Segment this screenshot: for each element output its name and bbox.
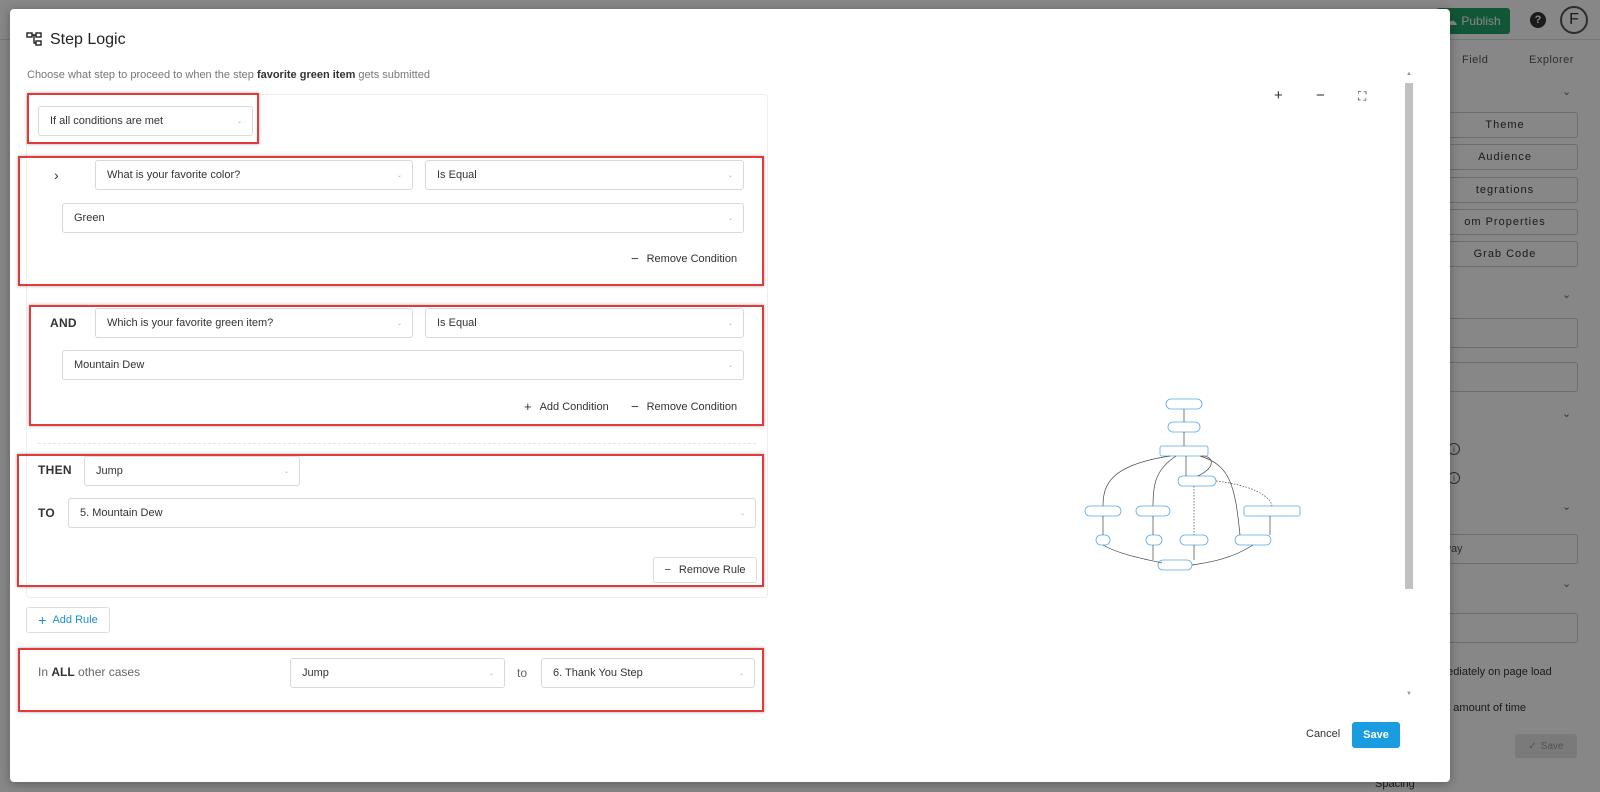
highlight-box [18,648,764,712]
highlight-box [27,93,259,144]
flow-node[interactable] [1234,534,1272,546]
flow-edge [1102,455,1171,507]
scroll-down-icon[interactable]: ▼ [1406,691,1412,697]
scrollbar-thumb[interactable] [1405,83,1413,589]
modal-scrollbar[interactable]: ▲ ▼ [1404,71,1414,701]
modal-title: Step Logic [50,31,126,48]
flow-diagram[interactable] [1080,395,1305,575]
flow-node[interactable] [1179,534,1209,546]
flow-node[interactable] [1145,534,1163,546]
flow-node[interactable] [1159,445,1209,457]
fullscreen-icon[interactable]: ⛶ [1358,89,1366,104]
cancel-button[interactable]: Cancel [1306,728,1340,740]
flow-node[interactable] [1167,421,1201,433]
flow-node[interactable] [1243,505,1301,517]
flow-node[interactable] [1095,534,1111,546]
flow-edge [1191,544,1254,566]
flow-edge [1152,455,1177,507]
highlight-box [18,156,764,286]
plus-icon: + [38,612,47,628]
add-rule-button[interactable]: + Add Rule [26,607,110,633]
flow-node[interactable] [1177,475,1217,487]
save-button[interactable]: Save [1352,722,1400,748]
flow-edge [1215,480,1273,507]
modal-header: Step Logic [26,31,126,49]
flow-node[interactable] [1165,398,1203,410]
flow-node[interactable] [1084,505,1122,517]
flow-edge [1199,455,1241,536]
flow-edge [1197,455,1212,477]
rule-divider [38,443,756,444]
scroll-up-icon[interactable]: ▲ [1406,71,1412,77]
flow-icon [26,31,42,49]
zoom-out-icon[interactable]: − [1316,87,1325,104]
flow-node[interactable] [1135,505,1171,517]
highlight-box [17,454,764,587]
modal-subtitle: Choose what step to proceed to when the … [27,69,430,81]
highlight-box [29,305,764,426]
flow-node[interactable] [1157,559,1193,571]
zoom-in-icon[interactable]: + [1274,87,1283,104]
